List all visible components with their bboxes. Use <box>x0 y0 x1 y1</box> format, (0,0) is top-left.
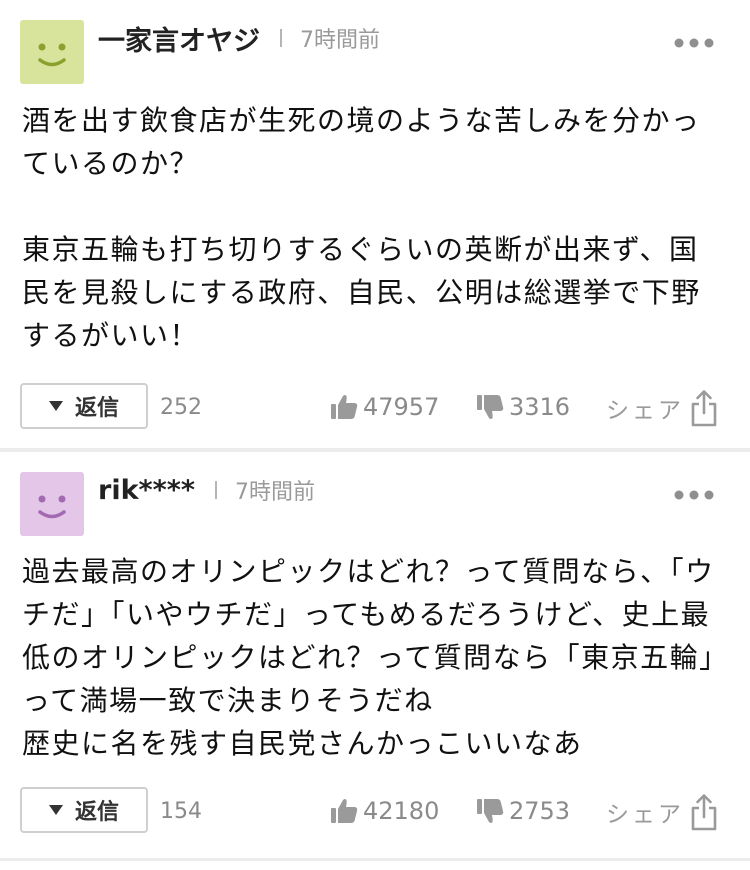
avatar[interactable] <box>20 472 84 536</box>
comment-separator <box>0 448 750 452</box>
reply-button[interactable]: 返信 <box>20 383 148 429</box>
reply-count: 252 <box>160 395 202 420</box>
reply-button[interactable]: 返信 <box>20 787 148 833</box>
reply-count: 154 <box>160 799 202 824</box>
triangle-down-icon <box>48 401 63 411</box>
thumbs-down-icon <box>477 799 504 823</box>
header-divider <box>280 29 282 47</box>
like-button[interactable]: 42180 <box>330 797 439 825</box>
comment-actions: 返信 252 47957 3316 シェア <box>0 383 750 433</box>
share-icon <box>691 794 717 831</box>
share-label: シェア <box>606 398 684 424</box>
avatar-face-icon <box>38 43 66 67</box>
like-count: 47957 <box>363 393 440 421</box>
thumbs-up-icon <box>331 395 358 419</box>
share-button[interactable]: シェア <box>606 389 718 427</box>
comment-actions: 返信 154 42180 2753 シェア <box>0 787 750 837</box>
comment-separator <box>0 858 750 861</box>
header-divider <box>215 481 218 499</box>
reply-label: 返信 <box>74 800 119 825</box>
more-dots-icon <box>674 490 714 500</box>
dislike-button[interactable]: 3316 <box>476 393 570 421</box>
reply-label: 返信 <box>74 396 119 421</box>
triangle-down-icon <box>48 805 63 815</box>
timestamp: 7時間前 <box>300 28 380 53</box>
share-button[interactable]: シェア <box>606 793 718 831</box>
more-options-button[interactable] <box>674 486 714 500</box>
comment-card: 一家言オヤジ 7時間前 酒を出す飲食店が生死の境のような苦しみを分かっているのか… <box>0 0 750 448</box>
comment-text: 過去最高のオリンピックはどれ？って質問なら、「ウチだ」「いやウチだ」ってもめるだ… <box>22 555 715 760</box>
timestamp: 7時間前 <box>235 480 316 505</box>
username[interactable]: rik**** <box>98 475 195 506</box>
more-dots-icon <box>674 38 714 48</box>
thumbs-down-icon <box>477 395 504 419</box>
dislike-count: 3316 <box>509 393 571 421</box>
like-button[interactable]: 47957 <box>330 393 439 421</box>
more-options-button[interactable] <box>674 34 714 48</box>
avatar-face-icon <box>38 495 66 519</box>
share-label: シェア <box>606 802 684 828</box>
dislike-button[interactable]: 2753 <box>476 797 570 825</box>
like-count: 42180 <box>363 797 440 825</box>
avatar[interactable] <box>20 20 84 84</box>
share-icon <box>691 390 717 427</box>
comment-text: 酒を出す飲食店が生死の境のような苦しみを分かっているのか？ 東京五輪も打ち切りす… <box>22 104 701 352</box>
comment-header: rik**** 7時間前 <box>98 472 315 508</box>
comment-header: 一家言オヤジ 7時間前 <box>98 19 380 58</box>
username[interactable]: 一家言オヤジ <box>98 19 260 58</box>
dislike-count: 2753 <box>509 797 571 825</box>
thumbs-up-icon <box>331 799 358 823</box>
